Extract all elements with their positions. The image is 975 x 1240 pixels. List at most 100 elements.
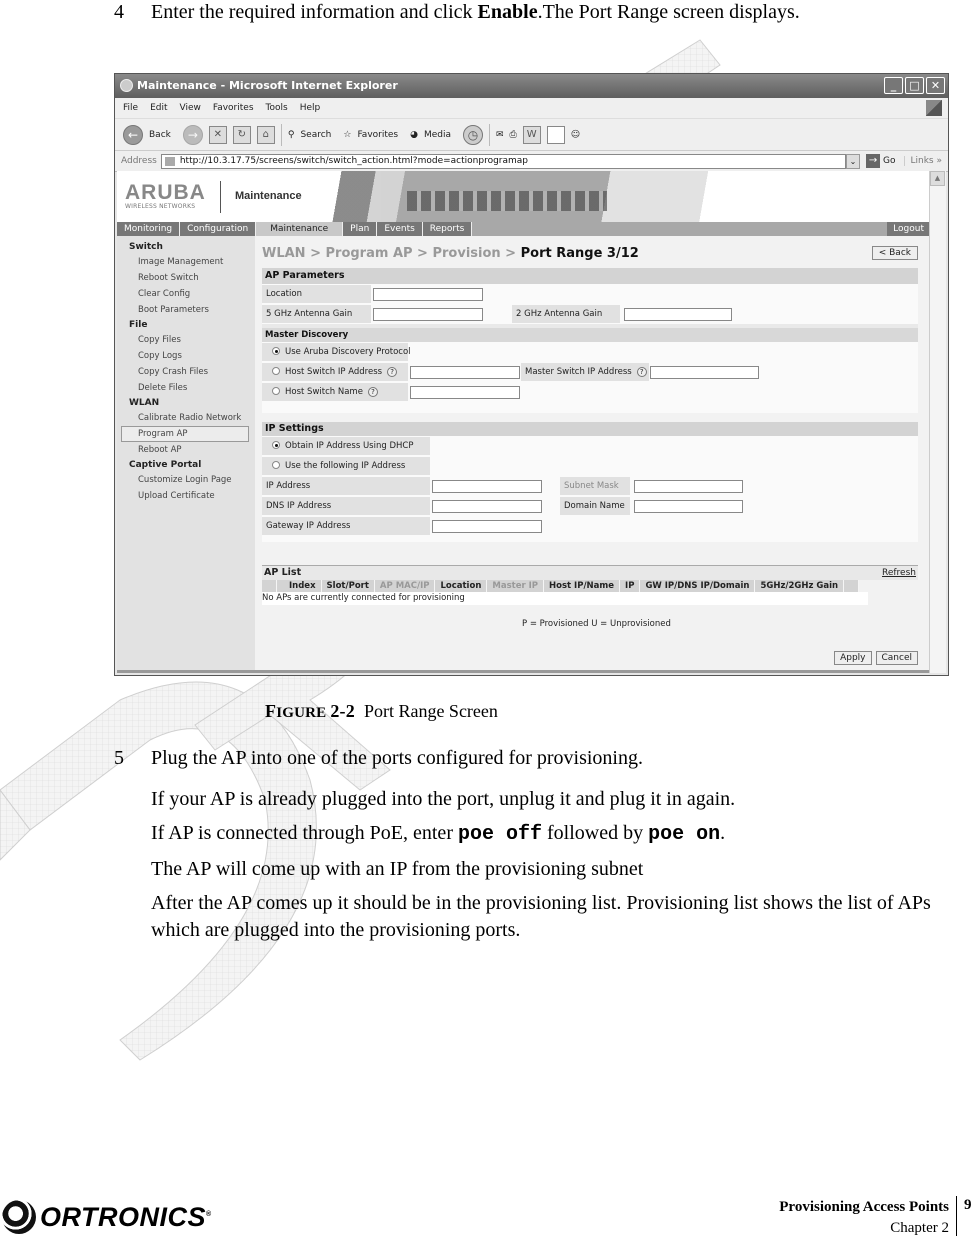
tab-monitoring[interactable]: Monitoring (117, 222, 181, 236)
refresh-icon[interactable]: ↻ (232, 126, 251, 144)
sidebar-item[interactable]: Reboot AP (117, 442, 255, 458)
sidebar-item[interactable]: Image Management (117, 254, 255, 270)
ap-list-column-header: Index (277, 580, 322, 592)
logout-button[interactable]: Logout (887, 222, 930, 236)
host-switch-ip-input[interactable] (410, 366, 520, 379)
media-button[interactable]: Media (424, 130, 451, 140)
gateway-ip-input[interactable] (432, 520, 542, 533)
forward-arrow-icon[interactable]: → (182, 125, 203, 145)
stop-icon[interactable]: ✕ (208, 126, 227, 144)
sidebar-item[interactable]: Copy Crash Files (117, 364, 255, 380)
cancel-button[interactable]: Cancel (875, 651, 918, 665)
favorites-star-icon[interactable]: ☆ (343, 130, 351, 140)
back-arrow-icon[interactable]: ← (123, 125, 143, 145)
tab-events[interactable]: Events (377, 222, 423, 236)
radio-adp[interactable]: Use Aruba Discovery Protocol (262, 343, 411, 361)
sidebar-item[interactable]: Boot Parameters (117, 302, 255, 318)
sidebar-item[interactable]: Copy Logs (117, 348, 255, 364)
ip-address-label: IP Address (262, 477, 430, 495)
subnet-mask-input[interactable] (634, 480, 743, 493)
radio-button[interactable] (272, 441, 280, 449)
footer-chapter: Chapter 2 (890, 1220, 949, 1236)
radio-host-name[interactable]: Host Switch Name? (262, 383, 408, 401)
banner-title: Maintenance (235, 190, 302, 202)
step-text-start: Enter the required information and click (151, 1, 478, 23)
favorites-button[interactable]: Favorites (357, 130, 398, 140)
address-input[interactable]: http://10.3.17.75/screens/switch/switch_… (160, 153, 847, 169)
breadcrumb-trail[interactable]: WLAN > Program AP > Provision > (262, 246, 521, 261)
radio-button[interactable] (272, 347, 280, 355)
media-icon[interactable]: ◕ (410, 130, 418, 140)
ip-address-input[interactable] (432, 480, 542, 493)
domain-name-input[interactable] (634, 500, 743, 513)
sidebar-item[interactable]: Clear Config (117, 286, 255, 302)
gain-5ghz-label: 5 GHz Antenna Gain (262, 305, 371, 323)
gain-2ghz-input[interactable] (624, 308, 732, 321)
sidebar-item[interactable]: Calibrate Radio Network (117, 410, 255, 426)
ap-list-column-header: Host IP/Name (544, 580, 621, 592)
word-edit-icon[interactable]: W (522, 126, 541, 144)
sidebar-item[interactable]: Program AP (121, 426, 249, 442)
footer-section: Provisioning Access Points (779, 1199, 949, 1215)
print-icon[interactable]: ⎙ (510, 130, 517, 140)
links-button[interactable]: Links » (903, 156, 949, 166)
help-icon[interactable]: ? (387, 367, 398, 377)
menu-file[interactable]: File (123, 103, 138, 113)
location-input[interactable] (373, 288, 483, 301)
tab-maintenance[interactable]: Maintenance (256, 222, 344, 236)
menu-edit[interactable]: Edit (150, 103, 167, 113)
vertical-scrollbar[interactable]: ▲ (929, 171, 946, 673)
breadcrumb: WLAN > Program AP > Provision > Port Ran… (262, 246, 639, 261)
links-label: Links (910, 156, 934, 166)
tab-configuration[interactable]: Configuration (180, 222, 257, 236)
mail-icon[interactable]: ✉ (496, 130, 504, 140)
sidebar-item[interactable]: Delete Files (117, 380, 255, 396)
menu-view[interactable]: View (180, 103, 201, 113)
messenger-icon[interactable]: ☺ (571, 130, 580, 140)
radio-button[interactable] (272, 387, 280, 395)
tab-plan[interactable]: Plan (343, 222, 378, 236)
master-switch-ip-input[interactable] (650, 366, 759, 379)
sidebar-item[interactable]: Customize Login Page (117, 472, 255, 488)
search-icon[interactable]: ⚲ (288, 130, 295, 140)
sidebar-item[interactable]: Copy Files (117, 332, 255, 348)
search-button[interactable]: Search (300, 130, 331, 140)
step-number: 4 (114, 1, 124, 23)
tab-reports[interactable]: Reports (422, 222, 473, 236)
radio-button[interactable] (272, 461, 280, 469)
minimize-button[interactable]: _ (884, 77, 903, 94)
go-button[interactable]: → Go (860, 154, 903, 168)
radio-button[interactable] (272, 367, 280, 375)
gain-5ghz-input[interactable] (373, 308, 483, 321)
host-switch-name-input[interactable] (410, 386, 520, 399)
help-icon[interactable]: ? (367, 387, 378, 397)
master-ip-text: Master Switch IP Address (525, 367, 632, 377)
menu-help[interactable]: Help (300, 103, 321, 113)
maximize-button[interactable]: □ (905, 77, 924, 94)
menu-tools[interactable]: Tools (266, 103, 288, 113)
apply-button[interactable]: Apply (834, 651, 872, 665)
discuss-icon[interactable] (546, 126, 565, 144)
radio-label: Obtain IP Address Using DHCP (285, 441, 414, 451)
sidebar-item[interactable]: Upload Certificate (117, 488, 255, 504)
refresh-link[interactable]: Refresh (882, 566, 916, 580)
back-button[interactable]: Back (149, 130, 171, 140)
paragraph-provisioning-list: After the AP comes up it should be in th… (151, 892, 931, 941)
radio-host-ip[interactable]: Host Switch IP Address? (262, 363, 408, 381)
address-dropdown-icon[interactable]: ⌄ (846, 153, 861, 169)
radio-static[interactable]: Use the following IP Address (262, 457, 430, 475)
running-footer: Provisioning Access Points Chapter 2 (779, 1197, 949, 1239)
dns-ip-input[interactable] (432, 500, 542, 513)
scroll-up-icon[interactable]: ▲ (930, 171, 945, 186)
location-label: Location (262, 285, 371, 303)
help-icon[interactable]: ? (636, 367, 647, 377)
sidebar-item[interactable]: Reboot Switch (117, 270, 255, 286)
radio-dhcp[interactable]: Obtain IP Address Using DHCP (262, 437, 430, 455)
home-icon[interactable]: ⌂ (256, 126, 275, 144)
master-discovery-title: Master Discovery (262, 328, 918, 342)
history-icon[interactable]: ◷ (463, 125, 483, 145)
menu-favorites[interactable]: Favorites (213, 103, 254, 113)
close-button[interactable]: ✕ (926, 77, 945, 94)
back-nav-button[interactable]: < Back (871, 246, 918, 260)
paragraph-poe: If AP is connected through PoE, enter po… (151, 820, 951, 848)
